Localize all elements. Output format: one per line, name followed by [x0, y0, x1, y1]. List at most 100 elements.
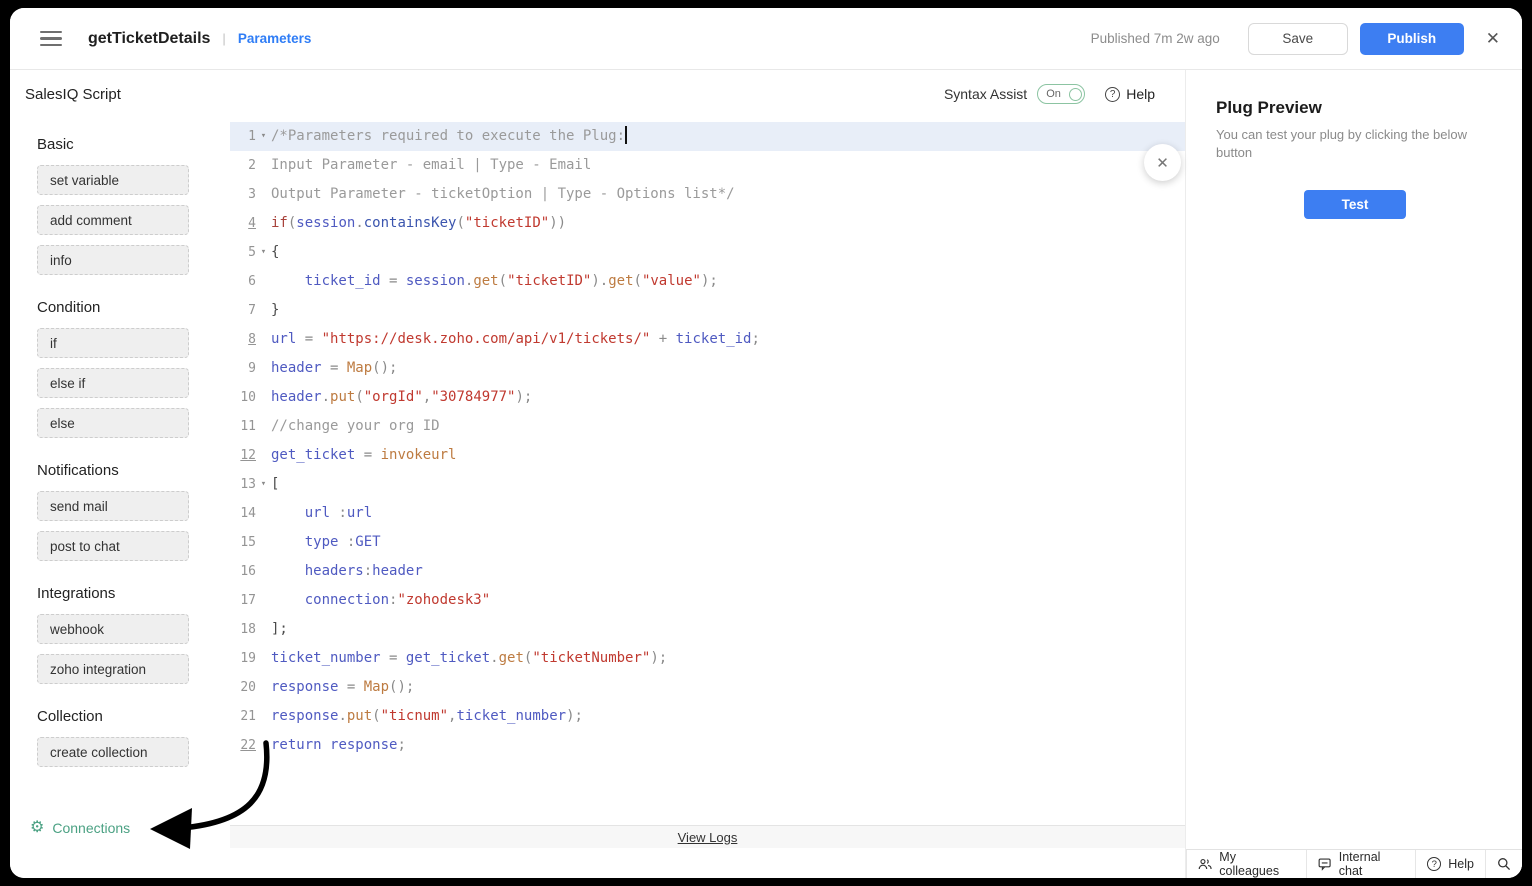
syntax-assist-toggle[interactable]: On [1037, 84, 1085, 104]
code-line[interactable]: 20response = Map(); [230, 673, 1185, 702]
code-text: header.put("orgId","30784977"); [271, 383, 532, 412]
people-icon [1198, 857, 1212, 871]
fold-gutter [256, 731, 271, 760]
close-icon[interactable]: ✕ [1486, 29, 1500, 49]
code-text: { [271, 238, 279, 267]
code-line[interactable]: 5▾{ [230, 238, 1185, 267]
code-line[interactable]: 8url = "https://desk.zoho.com/api/v1/tic… [230, 325, 1185, 354]
toggle-state-label: On [1046, 88, 1069, 100]
code-line[interactable]: 6 ticket_id = session.get("ticketID").ge… [230, 267, 1185, 296]
code-line[interactable]: 17 connection:"zohodesk3" [230, 586, 1185, 615]
fold-gutter [256, 267, 271, 296]
publish-button[interactable]: Publish [1360, 23, 1464, 55]
fold-gutter [256, 151, 271, 180]
syntax-assist-label: Syntax Assist [944, 86, 1027, 102]
fold-gutter [256, 644, 271, 673]
search-icon [1497, 857, 1511, 871]
code-line[interactable]: 22return response; [230, 731, 1185, 760]
editor-bottom-pad [230, 848, 1185, 878]
help-button[interactable]: ? Help [1105, 86, 1155, 102]
code-editor[interactable]: 1▾/*Parameters required to execute the P… [230, 118, 1185, 878]
code-line[interactable]: 18]; [230, 615, 1185, 644]
block-chip[interactable]: send mail [37, 491, 189, 521]
code-line[interactable]: 4if(session.containsKey("ticketID")) [230, 209, 1185, 238]
block-chip[interactable]: create collection [37, 737, 189, 767]
gear-icon: ⚙ [30, 820, 44, 836]
hamburger-menu-icon[interactable] [40, 31, 62, 47]
block-chip[interactable]: add comment [37, 205, 189, 235]
code-line[interactable]: 19ticket_number = get_ticket.get("ticket… [230, 644, 1185, 673]
line-number: 19 [230, 644, 256, 673]
line-number: 17 [230, 586, 256, 615]
block-chip[interactable]: else [37, 408, 189, 438]
section-title: Condition [37, 299, 230, 316]
code-line[interactable]: 13▾[ [230, 470, 1185, 499]
code-line[interactable]: 10header.put("orgId","30784977"); [230, 383, 1185, 412]
line-number: 2 [230, 151, 256, 180]
search-button[interactable] [1485, 850, 1522, 878]
block-chip[interactable]: zoho integration [37, 654, 189, 684]
code-text: url :url [271, 499, 372, 528]
code-text: ]; [271, 615, 288, 644]
code-line[interactable]: 1▾/*Parameters required to execute the P… [230, 122, 1185, 151]
internal-chat-button[interactable]: Internal chat [1306, 850, 1415, 878]
line-number: 6 [230, 267, 256, 296]
help-icon: ? [1105, 87, 1120, 102]
code-line[interactable]: 16 headers:header [230, 557, 1185, 586]
connections-button[interactable]: ⚙ Connections [30, 820, 230, 836]
script-region: SalesIQ Script Syntax Assist On ? Help B… [10, 70, 1185, 878]
code-lines[interactable]: 1▾/*Parameters required to execute the P… [230, 118, 1185, 825]
code-line[interactable]: 9 header = Map(); [230, 354, 1185, 383]
section-title: Collection [37, 708, 230, 725]
code-line[interactable]: 12get_ticket = invokeurl [230, 441, 1185, 470]
fold-arrow-icon[interactable]: ▾ [256, 470, 271, 499]
view-logs-link[interactable]: View Logs [678, 830, 738, 845]
test-button[interactable]: Test [1304, 190, 1406, 219]
code-line[interactable]: 3Output Parameter - ticketOption | Type … [230, 180, 1185, 209]
code-text: header = Map(); [271, 354, 397, 383]
code-line[interactable]: 14 url :url [230, 499, 1185, 528]
fold-gutter [256, 557, 271, 586]
fold-gutter [256, 673, 271, 702]
line-number: 4 [230, 209, 256, 238]
code-line[interactable]: 2Input Parameter - email | Type - Email [230, 151, 1185, 180]
fold-gutter [256, 296, 271, 325]
line-number: 3 [230, 180, 256, 209]
section-title: Notifications [37, 462, 230, 479]
preview-subtitle: You can test your plug by clicking the b… [1216, 126, 1488, 162]
published-status: Published 7m 2w ago [1091, 31, 1220, 46]
line-number: 22 [230, 731, 256, 760]
app-window: getTicketDetails | Parameters Published … [10, 8, 1522, 878]
fold-gutter [256, 441, 271, 470]
save-button[interactable]: Save [1248, 23, 1348, 55]
line-number: 8 [230, 325, 256, 354]
fold-gutter [256, 528, 271, 557]
code-line[interactable]: 15 type :GET [230, 528, 1185, 557]
breadcrumb-divider: | [222, 31, 225, 46]
editor-close-button[interactable]: ✕ [1144, 144, 1181, 181]
block-chip[interactable]: post to chat [37, 531, 189, 561]
internal-chat-label: Internal chat [1339, 850, 1405, 878]
block-chip[interactable]: info [37, 245, 189, 275]
line-number: 14 [230, 499, 256, 528]
line-number: 9 [230, 354, 256, 383]
breadcrumb-parameters-link[interactable]: Parameters [238, 31, 312, 46]
block-chip[interactable]: set variable [37, 165, 189, 195]
code-line[interactable]: 21response.put("ticnum",ticket_number); [230, 702, 1185, 731]
line-number: 5 [230, 238, 256, 267]
help-statusbar-button[interactable]: ? Help [1415, 850, 1485, 878]
block-chip[interactable]: webhook [37, 614, 189, 644]
my-colleagues-button[interactable]: My colleagues [1186, 850, 1306, 878]
code-line[interactable]: 11//change your org ID [230, 412, 1185, 441]
block-chip[interactable]: else if [37, 368, 189, 398]
fold-arrow-icon[interactable]: ▾ [256, 238, 271, 267]
block-chip[interactable]: if [37, 328, 189, 358]
fold-arrow-icon[interactable]: ▾ [256, 122, 271, 151]
code-text: ticket_id = session.get("ticketID").get(… [271, 267, 718, 296]
help-statusbar-label: Help [1448, 857, 1474, 871]
code-line[interactable]: 7} [230, 296, 1185, 325]
script-subheader: SalesIQ Script Syntax Assist On ? Help [10, 70, 1185, 118]
code-text: type :GET [271, 528, 381, 557]
code-text: } [271, 296, 279, 325]
plug-title: getTicketDetails [88, 30, 210, 48]
